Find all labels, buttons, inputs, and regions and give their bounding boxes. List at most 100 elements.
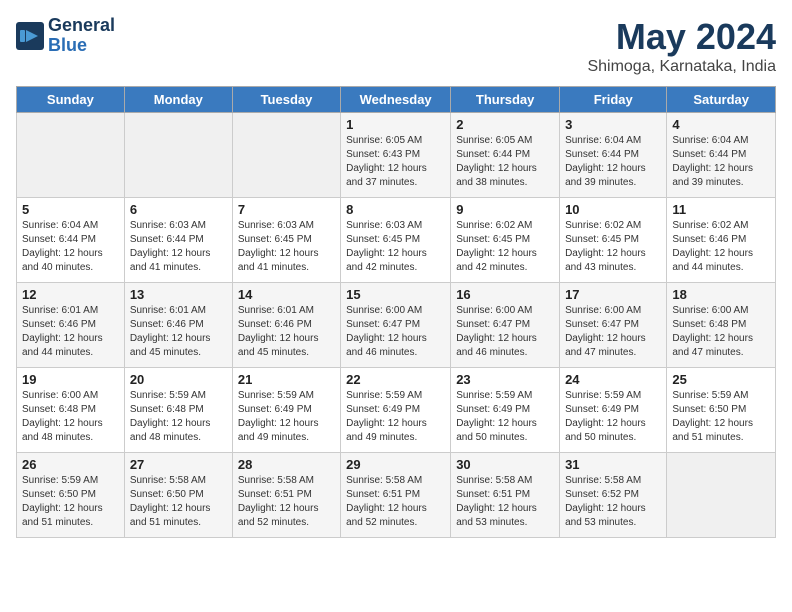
calendar-cell: 2 Sunrise: 6:05 AM Sunset: 6:44 PM Daylig… — [451, 113, 560, 198]
day-info: Sunrise: 6:00 AM Sunset: 6:47 PM Dayligh… — [456, 304, 554, 360]
logo-line2: Blue — [48, 35, 87, 55]
day-number: 27 — [130, 457, 227, 472]
day-info: Sunrise: 5:59 AM Sunset: 6:49 PM Dayligh… — [238, 389, 335, 445]
day-info: Sunrise: 6:01 AM Sunset: 6:46 PM Dayligh… — [22, 304, 119, 360]
calendar-cell: 6 Sunrise: 6:03 AM Sunset: 6:44 PM Daylig… — [124, 198, 232, 283]
calendar-cell: 1Sunrise: 6:05 AM Sunset: 6:43 PM Daylig… — [341, 113, 451, 198]
day-info: Sunrise: 6:03 AM Sunset: 6:45 PM Dayligh… — [346, 219, 445, 275]
day-info: Sunrise: 6:02 AM Sunset: 6:46 PM Dayligh… — [672, 219, 770, 275]
logo-icon — [16, 22, 44, 50]
calendar-cell — [17, 113, 125, 198]
calendar-cell: 4Sunrise: 6:04 AM Sunset: 6:44 PM Daylig… — [667, 113, 776, 198]
week-row-5: 26 Sunrise: 5:59 AM Sunset: 6:50 PM Dayli… — [17, 453, 776, 538]
day-info: Sunrise: 6:04 AM Sunset: 6:44 PM Dayligh… — [565, 134, 661, 190]
calendar-cell: 3Sunrise: 6:04 AM Sunset: 6:44 PM Daylig… — [560, 113, 667, 198]
calendar-cell: 20Sunrise: 5:59 AM Sunset: 6:48 PM Dayli… — [124, 368, 232, 453]
calendar-table: SundayMondayTuesdayWednesdayThursdayFrid… — [16, 86, 776, 538]
calendar-cell: 8 Sunrise: 6:03 AM Sunset: 6:45 PM Daylig… — [341, 198, 451, 283]
calendar-cell: 7Sunrise: 6:03 AM Sunset: 6:45 PM Daylig… — [232, 198, 340, 283]
logo: General Blue — [16, 16, 115, 56]
day-info: Sunrise: 6:03 AM Sunset: 6:44 PM Dayligh… — [130, 219, 227, 275]
calendar-cell: 12 Sunrise: 6:01 AM Sunset: 6:46 PM Dayli… — [17, 283, 125, 368]
calendar-cell: 19Sunrise: 6:00 AM Sunset: 6:48 PM Dayli… — [17, 368, 125, 453]
day-header-thursday: Thursday — [451, 87, 560, 113]
day-number: 29 — [346, 457, 445, 472]
day-number: 10 — [565, 202, 661, 217]
calendar-cell: 5Sunrise: 6:04 AM Sunset: 6:44 PM Daylig… — [17, 198, 125, 283]
calendar-cell: 22Sunrise: 5:59 AM Sunset: 6:49 PM Dayli… — [341, 368, 451, 453]
day-info: Sunrise: 5:58 AM Sunset: 6:51 PM Dayligh… — [238, 474, 335, 530]
week-row-4: 19Sunrise: 6:00 AM Sunset: 6:48 PM Dayli… — [17, 368, 776, 453]
header: General Blue May 2024 Shimoga, Karnataka… — [16, 16, 776, 76]
calendar-cell — [667, 453, 776, 538]
day-info: Sunrise: 5:59 AM Sunset: 6:50 PM Dayligh… — [672, 389, 770, 445]
day-number: 4 — [672, 117, 770, 132]
week-row-1: 1Sunrise: 6:05 AM Sunset: 6:43 PM Daylig… — [17, 113, 776, 198]
day-number: 24 — [565, 372, 661, 387]
calendar-cell: 25 Sunrise: 5:59 AM Sunset: 6:50 PM Dayli… — [667, 368, 776, 453]
day-header-friday: Friday — [560, 87, 667, 113]
day-info: Sunrise: 6:04 AM Sunset: 6:44 PM Dayligh… — [22, 219, 119, 275]
calendar-cell: 11Sunrise: 6:02 AM Sunset: 6:46 PM Dayli… — [667, 198, 776, 283]
day-header-sunday: Sunday — [17, 87, 125, 113]
title-area: May 2024 Shimoga, Karnataka, India — [587, 16, 776, 76]
calendar-cell: 18 Sunrise: 6:00 AM Sunset: 6:48 PM Dayli… — [667, 283, 776, 368]
calendar-cell: 31 Sunrise: 5:58 AM Sunset: 6:52 PM Dayli… — [560, 453, 667, 538]
day-number: 20 — [130, 372, 227, 387]
calendar-cell: 16 Sunrise: 6:00 AM Sunset: 6:47 PM Dayli… — [451, 283, 560, 368]
calendar-cell: 15Sunrise: 6:00 AM Sunset: 6:47 PM Dayli… — [341, 283, 451, 368]
day-number: 2 — [456, 117, 554, 132]
day-number: 31 — [565, 457, 661, 472]
day-number: 17 — [565, 287, 661, 302]
main-title: May 2024 — [587, 16, 776, 58]
day-number: 1 — [346, 117, 445, 132]
calendar-cell: 27 Sunrise: 5:58 AM Sunset: 6:50 PM Dayli… — [124, 453, 232, 538]
day-number: 16 — [456, 287, 554, 302]
day-info: Sunrise: 5:59 AM Sunset: 6:50 PM Dayligh… — [22, 474, 119, 530]
day-info: Sunrise: 5:58 AM Sunset: 6:51 PM Dayligh… — [456, 474, 554, 530]
subtitle: Shimoga, Karnataka, India — [587, 58, 776, 76]
day-number: 25 — [672, 372, 770, 387]
day-header-tuesday: Tuesday — [232, 87, 340, 113]
day-info: Sunrise: 6:00 AM Sunset: 6:48 PM Dayligh… — [672, 304, 770, 360]
day-number: 6 — [130, 202, 227, 217]
calendar-cell: 30 Sunrise: 5:58 AM Sunset: 6:51 PM Dayli… — [451, 453, 560, 538]
day-number: 30 — [456, 457, 554, 472]
calendar-cell: 9 Sunrise: 6:02 AM Sunset: 6:45 PM Daylig… — [451, 198, 560, 283]
day-header-saturday: Saturday — [667, 87, 776, 113]
day-number: 9 — [456, 202, 554, 217]
day-info: Sunrise: 5:58 AM Sunset: 6:50 PM Dayligh… — [130, 474, 227, 530]
logo-text: General Blue — [48, 16, 115, 56]
day-info: Sunrise: 6:02 AM Sunset: 6:45 PM Dayligh… — [456, 219, 554, 275]
day-header-monday: Monday — [124, 87, 232, 113]
day-info: Sunrise: 6:01 AM Sunset: 6:46 PM Dayligh… — [238, 304, 335, 360]
day-number: 22 — [346, 372, 445, 387]
logo-line1: General — [48, 15, 115, 35]
day-info: Sunrise: 6:02 AM Sunset: 6:45 PM Dayligh… — [565, 219, 661, 275]
day-info: Sunrise: 5:58 AM Sunset: 6:51 PM Dayligh… — [346, 474, 445, 530]
day-number: 7 — [238, 202, 335, 217]
day-number: 19 — [22, 372, 119, 387]
calendar-cell: 29 Sunrise: 5:58 AM Sunset: 6:51 PM Dayli… — [341, 453, 451, 538]
day-info: Sunrise: 6:00 AM Sunset: 6:47 PM Dayligh… — [346, 304, 445, 360]
calendar-cell: 24Sunrise: 5:59 AM Sunset: 6:49 PM Dayli… — [560, 368, 667, 453]
calendar-cell: 14Sunrise: 6:01 AM Sunset: 6:46 PM Dayli… — [232, 283, 340, 368]
day-info: Sunrise: 5:59 AM Sunset: 6:49 PM Dayligh… — [456, 389, 554, 445]
day-number: 12 — [22, 287, 119, 302]
week-row-3: 12 Sunrise: 6:01 AM Sunset: 6:46 PM Dayli… — [17, 283, 776, 368]
calendar-cell: 13Sunrise: 6:01 AM Sunset: 6:46 PM Dayli… — [124, 283, 232, 368]
calendar-cell: 23 Sunrise: 5:59 AM Sunset: 6:49 PM Dayli… — [451, 368, 560, 453]
day-number: 18 — [672, 287, 770, 302]
calendar-cell — [232, 113, 340, 198]
day-info: Sunrise: 6:05 AM Sunset: 6:44 PM Dayligh… — [456, 134, 554, 190]
day-number: 28 — [238, 457, 335, 472]
calendar-cell: 21Sunrise: 5:59 AM Sunset: 6:49 PM Dayli… — [232, 368, 340, 453]
day-header-wednesday: Wednesday — [341, 87, 451, 113]
day-number: 26 — [22, 457, 119, 472]
week-row-2: 5Sunrise: 6:04 AM Sunset: 6:44 PM Daylig… — [17, 198, 776, 283]
day-number: 23 — [456, 372, 554, 387]
header-row: SundayMondayTuesdayWednesdayThursdayFrid… — [17, 87, 776, 113]
calendar-cell: 28 Sunrise: 5:58 AM Sunset: 6:51 PM Dayli… — [232, 453, 340, 538]
day-info: Sunrise: 5:58 AM Sunset: 6:52 PM Dayligh… — [565, 474, 661, 530]
day-number: 8 — [346, 202, 445, 217]
